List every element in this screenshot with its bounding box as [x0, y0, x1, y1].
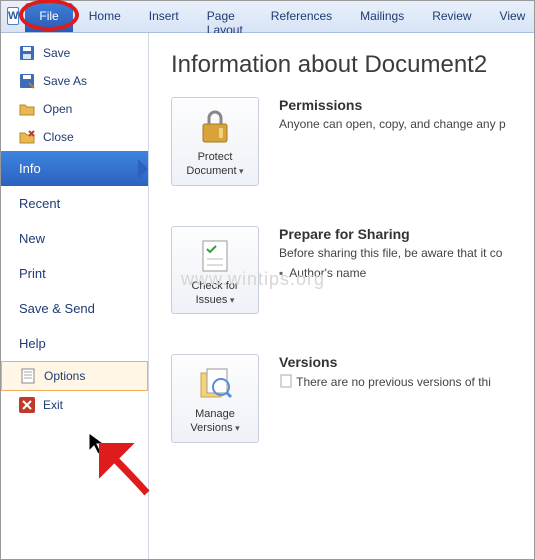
permissions-heading: Permissions [279, 97, 506, 113]
tab-view[interactable]: View [486, 1, 535, 32]
prepare-text: Before sharing this file, be aware that … [279, 246, 502, 260]
sidebar-info[interactable]: Info [1, 151, 148, 186]
sidebar-open-label: Open [43, 102, 72, 116]
sidebar-options-label: Options [44, 369, 85, 383]
options-icon [20, 368, 36, 384]
close-icon [19, 129, 35, 145]
save-icon [19, 45, 35, 61]
ribbon-tabstrip: W File Home Insert Page Layout Reference… [1, 1, 534, 33]
sidebar-print[interactable]: Print [1, 256, 148, 291]
sidebar-exit-label: Exit [43, 398, 63, 412]
section-versions: Manage Versions Versions There are no pr… [171, 354, 534, 443]
tab-file-label: File [39, 9, 58, 23]
check-issues-button[interactable]: Check for Issues [171, 226, 259, 315]
sidebar-open[interactable]: Open [1, 95, 148, 123]
prepare-heading: Prepare for Sharing [279, 226, 502, 242]
sidebar-recent[interactable]: Recent [1, 186, 148, 221]
permissions-text: Anyone can open, copy, and change any p [279, 117, 506, 131]
manage-versions-label: Manage Versions [176, 407, 254, 436]
protect-document-button[interactable]: Protect Document [171, 97, 259, 186]
versions-text: There are no previous versions of thi [279, 374, 491, 389]
manage-versions-button[interactable]: Manage Versions [171, 354, 259, 443]
backstage-sidebar: Save Save As Open Close Info Recent New … [1, 33, 149, 559]
tab-mailings[interactable]: Mailings [346, 1, 418, 32]
tab-page-layout[interactable]: Page Layout [193, 1, 257, 32]
sidebar-help[interactable]: Help [1, 326, 148, 361]
section-permissions: Protect Document Permissions Anyone can … [171, 97, 534, 186]
exit-icon [19, 397, 35, 413]
tab-references[interactable]: References [257, 1, 346, 32]
sidebar-close-label: Close [43, 130, 74, 144]
tab-insert[interactable]: Insert [135, 1, 193, 32]
sidebar-save-as[interactable]: Save As [1, 67, 148, 95]
sidebar-close[interactable]: Close [1, 123, 148, 151]
protect-document-label: Protect Document [176, 150, 254, 179]
sidebar-exit[interactable]: Exit [1, 391, 148, 419]
tab-home[interactable]: Home [75, 1, 135, 32]
sidebar-save-send[interactable]: Save & Send [1, 291, 148, 326]
word-app-icon: W [7, 7, 19, 25]
document-version-icon [279, 374, 293, 388]
prepare-bullet: Author's name [279, 266, 502, 280]
sidebar-new[interactable]: New [1, 221, 148, 256]
versions-icon [195, 363, 235, 403]
sidebar-save-as-label: Save As [43, 74, 87, 88]
page-title: Information about Document2 [171, 51, 534, 79]
tab-file[interactable]: File [25, 3, 72, 32]
section-prepare: Check for Issues Prepare for Sharing Bef… [171, 226, 534, 315]
tab-review[interactable]: Review [418, 1, 485, 32]
checklist-icon [195, 235, 235, 275]
sidebar-save-label: Save [43, 46, 70, 60]
sidebar-save[interactable]: Save [1, 39, 148, 67]
lock-icon [195, 106, 235, 146]
save-as-icon [19, 73, 35, 89]
open-icon [19, 101, 35, 117]
sidebar-options[interactable]: Options [1, 361, 148, 391]
versions-heading: Versions [279, 354, 491, 370]
backstage-main: Information about Document2 Protect Docu… [149, 33, 534, 559]
check-issues-label: Check for Issues [176, 279, 254, 308]
